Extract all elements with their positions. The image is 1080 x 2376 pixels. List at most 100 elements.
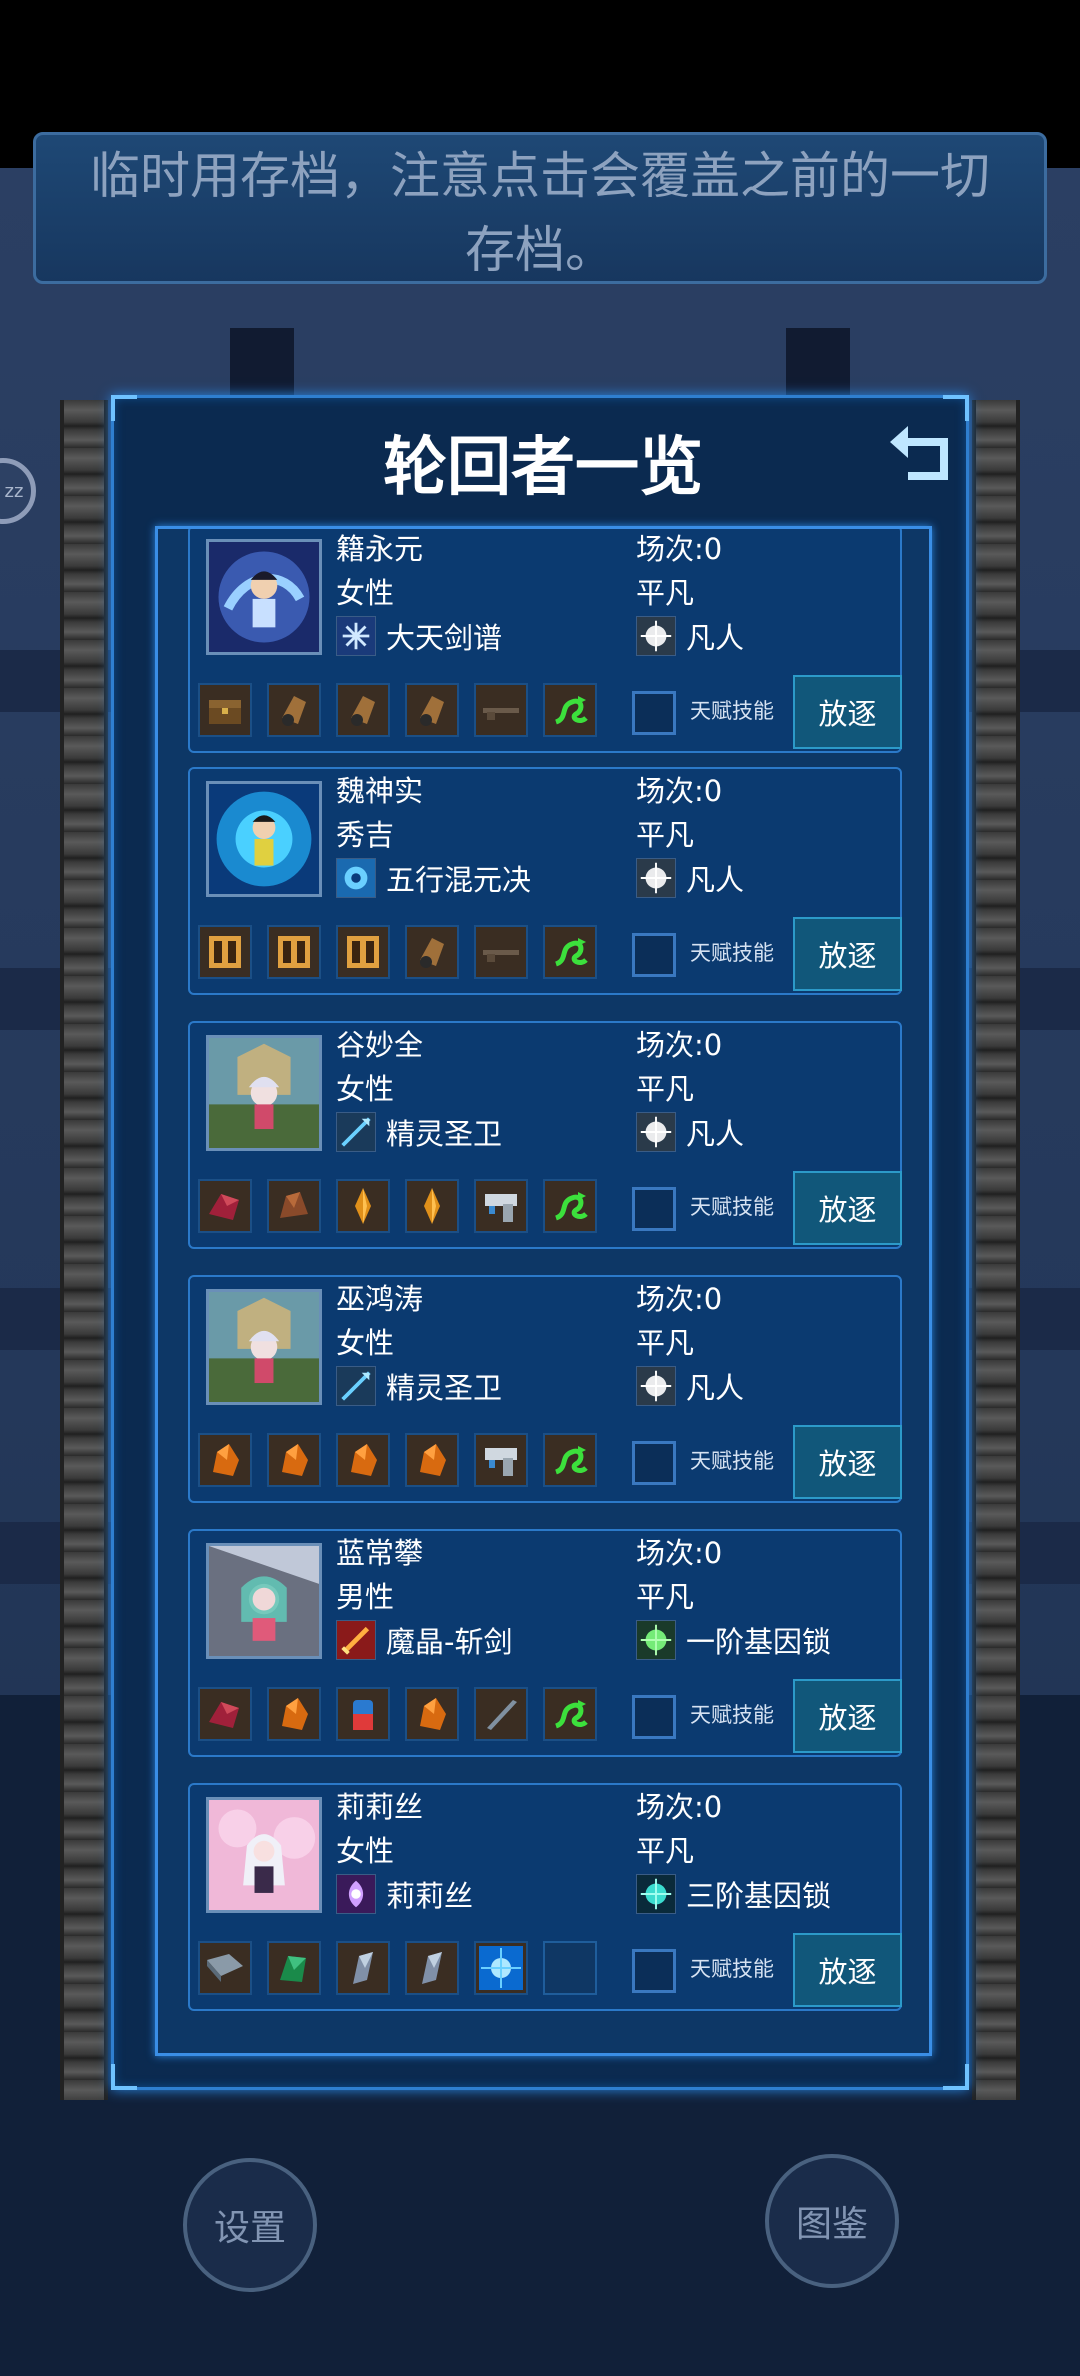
talent-skill-slot[interactable]: [632, 691, 676, 735]
exile-button[interactable]: 放逐: [793, 1425, 902, 1499]
reincarnator-panel: 轮回者一览 籍永元 女性 场次:0 平凡 大天剑谱 凡人 天赋技能 放逐 魏神实 秀吉 场次:0 平凡…: [111, 395, 969, 2090]
orange-ore-icon[interactable]: [267, 1433, 321, 1487]
amber-crystal-icon[interactable]: [336, 1179, 390, 1233]
steel-shard-icon[interactable]: [405, 1941, 459, 1995]
realm-icon: [636, 858, 676, 898]
realm-icon: [636, 1112, 676, 1152]
pistol-icon[interactable]: [474, 1433, 528, 1487]
gloves-icon[interactable]: [267, 683, 321, 737]
exile-button[interactable]: 放逐: [793, 1679, 902, 1753]
character-gender: 女性: [336, 1834, 395, 1868]
dragon-emblem-icon[interactable]: [543, 1179, 597, 1233]
character-portrait[interactable]: [206, 539, 322, 655]
pistol-icon[interactable]: [474, 1179, 528, 1233]
codex-button[interactable]: 图鉴: [765, 2154, 899, 2288]
gloves-icon[interactable]: [336, 683, 390, 737]
character-card[interactable]: 巫鸿涛 女性 场次:0 平凡 精灵圣卫 凡人 天赋技能 放逐: [188, 1275, 902, 1503]
dragon-emblem-icon[interactable]: [543, 1433, 597, 1487]
character-gender: 女性: [336, 1072, 395, 1106]
skill-entry: 大天剑谱: [336, 615, 502, 657]
talent-skill-slot[interactable]: [632, 1187, 676, 1231]
crate-icon[interactable]: [198, 925, 252, 979]
dagger-icon[interactable]: [474, 1687, 528, 1741]
blue-orb-icon[interactable]: [474, 1941, 528, 1995]
notice-line-2: 存档。: [465, 221, 615, 279]
character-rank: 平凡: [636, 1580, 695, 1614]
exile-button[interactable]: 放逐: [793, 917, 902, 991]
character-card[interactable]: 莉莉丝 女性 场次:0 平凡 莉莉丝 三阶基因锁 天赋技能 放逐: [188, 1783, 902, 2011]
character-card[interactable]: 魏神实 秀吉 场次:0 平凡 五行混元决 凡人 天赋技能 放逐: [188, 767, 902, 995]
orange-ore-icon[interactable]: [267, 1687, 321, 1741]
red-ore-icon[interactable]: [198, 1179, 252, 1233]
talent-label: 天赋技能: [690, 699, 774, 723]
equipment-slots: [198, 925, 612, 979]
exile-button[interactable]: 放逐: [793, 1933, 902, 2007]
exile-label: 放逐: [818, 1955, 877, 1989]
rifle-icon[interactable]: [474, 925, 528, 979]
character-card[interactable]: 籍永元 女性 场次:0 平凡 大天剑谱 凡人 天赋技能 放逐: [188, 529, 902, 753]
dragon-emblem-icon[interactable]: [543, 925, 597, 979]
match-count: 场次:0: [636, 774, 723, 808]
talent-skill-slot[interactable]: [632, 1949, 676, 1993]
character-portrait[interactable]: [206, 781, 322, 897]
red-ore-icon[interactable]: [198, 1687, 252, 1741]
panel-corner: [943, 2064, 969, 2090]
empty-slot[interactable]: [543, 1941, 597, 1995]
talent-skill-slot[interactable]: [632, 1695, 676, 1739]
orange-ore-icon[interactable]: [336, 1433, 390, 1487]
potion-icon[interactable]: [336, 1687, 390, 1741]
talent-skill-slot[interactable]: [632, 1441, 676, 1485]
skill-name: 五行混元决: [386, 863, 532, 897]
back-arrow-icon[interactable]: [886, 416, 956, 486]
character-portrait[interactable]: [206, 1797, 322, 1913]
brown-ore-icon[interactable]: [267, 1179, 321, 1233]
rifle-icon[interactable]: [474, 683, 528, 737]
character-portrait[interactable]: [206, 1543, 322, 1659]
skill-entry: 精灵圣卫: [336, 1365, 502, 1407]
exile-button[interactable]: 放逐: [793, 675, 902, 749]
match-count: 场次:0: [636, 1282, 723, 1316]
realm-name: 凡人: [686, 1117, 745, 1151]
character-rank: 平凡: [636, 1834, 695, 1868]
amber-crystal-icon[interactable]: [405, 1179, 459, 1233]
crate-icon[interactable]: [336, 925, 390, 979]
book-icon[interactable]: [198, 1941, 252, 1995]
character-name: 莉莉丝: [336, 1790, 424, 1824]
steel-shard-icon[interactable]: [336, 1941, 390, 1995]
green-ore-icon[interactable]: [267, 1941, 321, 1995]
realm-icon: [636, 1620, 676, 1660]
orange-ore-icon[interactable]: [405, 1433, 459, 1487]
exile-label: 放逐: [818, 1193, 877, 1227]
gloves-icon[interactable]: [405, 683, 459, 737]
skill-entry: 莉莉丝: [336, 1873, 473, 1915]
realm-entry: 一阶基因锁: [636, 1619, 831, 1661]
skill-entry: 五行混元决: [336, 857, 531, 899]
character-card[interactable]: 谷妙全 女性 场次:0 平凡 精灵圣卫 凡人 天赋技能 放逐: [188, 1021, 902, 1249]
save-notice[interactable]: 临时用存档，注意点击会覆盖之前的一切 存档。: [33, 132, 1047, 284]
talent-label: 天赋技能: [690, 1703, 774, 1727]
skill-icon: [336, 858, 376, 898]
equipment-slots: [198, 1179, 612, 1233]
skill-name: 莉莉丝: [386, 1879, 474, 1913]
character-card[interactable]: 蓝常攀 男性 场次:0 平凡 魔晶-斩剑 一阶基因锁 天赋技能 放逐: [188, 1529, 902, 1757]
orange-ore-icon[interactable]: [405, 1687, 459, 1741]
character-portrait[interactable]: [206, 1289, 322, 1405]
talent-skill-slot[interactable]: [632, 933, 676, 977]
dragon-emblem-icon[interactable]: [543, 683, 597, 737]
crate-icon[interactable]: [267, 925, 321, 979]
chest-icon[interactable]: [198, 683, 252, 737]
skill-icon: [336, 1620, 376, 1660]
reincarnator-list[interactable]: 籍永元 女性 场次:0 平凡 大天剑谱 凡人 天赋技能 放逐 魏神实 秀吉 场次:0 平凡 五行混元决凡…: [155, 526, 932, 2056]
character-rank: 平凡: [636, 1072, 695, 1106]
match-count: 场次:0: [636, 532, 723, 566]
skill-icon: [336, 1366, 376, 1406]
settings-button[interactable]: 设置: [183, 2158, 317, 2292]
exile-button[interactable]: 放逐: [793, 1171, 902, 1245]
panel-corner: [111, 2064, 137, 2090]
exile-label: 放逐: [818, 697, 877, 731]
gloves-icon[interactable]: [405, 925, 459, 979]
orange-ore-icon[interactable]: [198, 1433, 252, 1487]
exile-label: 放逐: [818, 1447, 877, 1481]
dragon-emblem-icon[interactable]: [543, 1687, 597, 1741]
character-portrait[interactable]: [206, 1035, 322, 1151]
